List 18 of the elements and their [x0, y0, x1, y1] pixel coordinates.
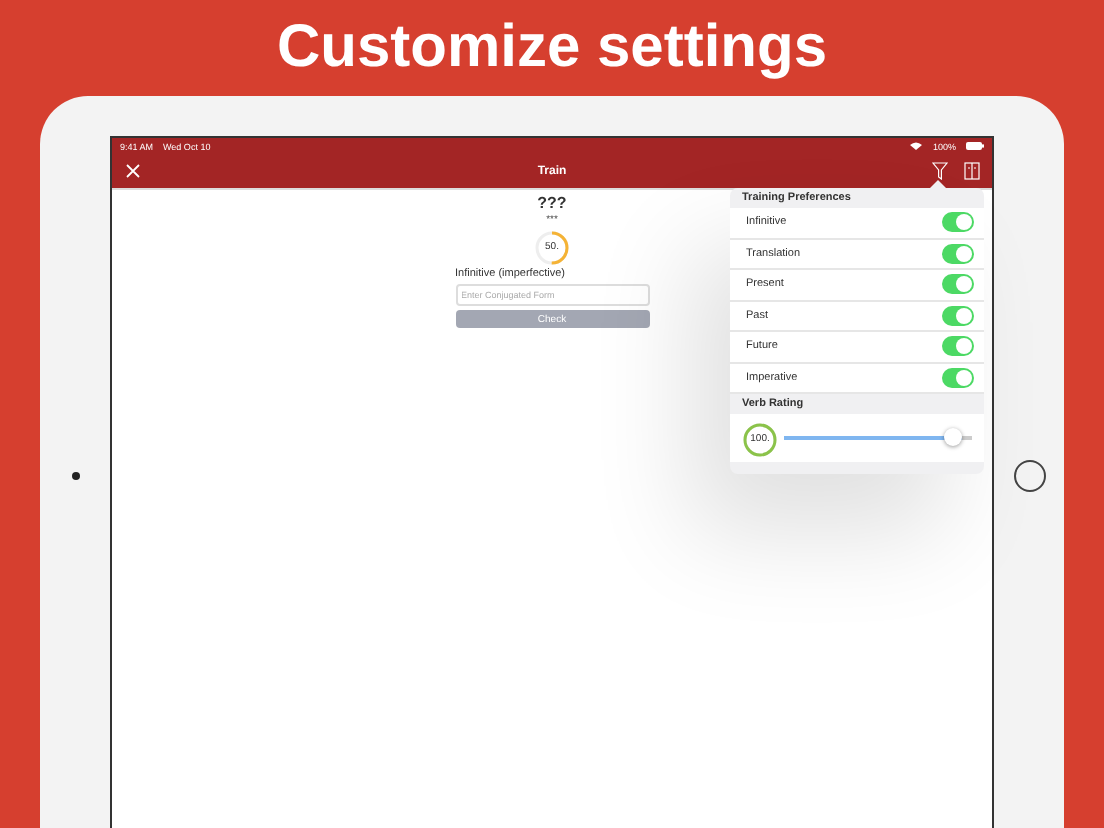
- wifi-icon: [910, 142, 923, 150]
- home-button[interactable]: [1014, 460, 1046, 492]
- close-icon[interactable]: [126, 163, 140, 177]
- toggle-switch[interactable]: [942, 305, 974, 326]
- slider-thumb[interactable]: [944, 428, 963, 447]
- battery-icon: [966, 142, 984, 150]
- rating-ring: [742, 422, 778, 458]
- progress-ring: [534, 230, 570, 266]
- camera-icon: [72, 472, 80, 480]
- filter-icon[interactable]: [932, 161, 948, 179]
- verb-word: ???: [537, 194, 567, 212]
- book-icon[interactable]: [964, 161, 980, 179]
- toggle-switch[interactable]: [942, 336, 974, 357]
- toggle-switch[interactable]: [942, 212, 974, 233]
- toggle-switch[interactable]: [942, 367, 974, 388]
- toggle-switch[interactable]: [942, 243, 974, 264]
- toggle-switch[interactable]: [942, 274, 974, 295]
- headline: Customize settings: [274, 12, 830, 84]
